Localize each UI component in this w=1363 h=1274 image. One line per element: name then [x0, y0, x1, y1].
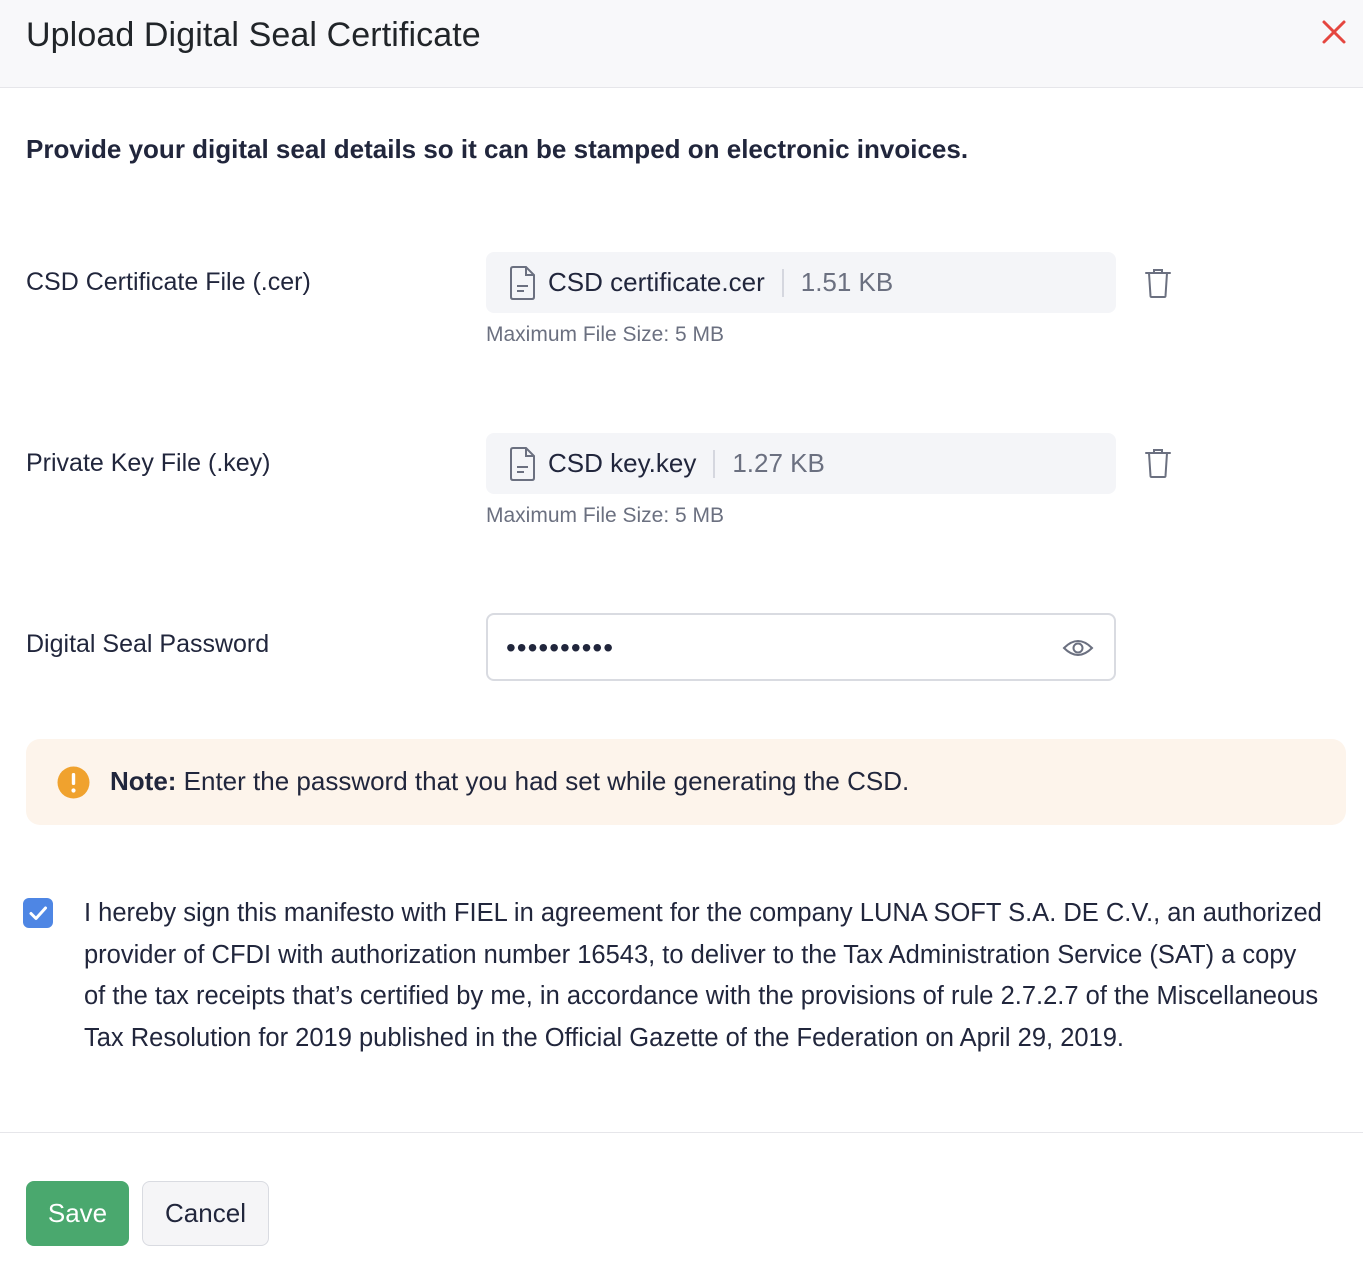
key-file-hint: Maximum File Size: 5 MB: [486, 504, 725, 527]
warning-icon: [57, 766, 90, 799]
certificate-file-label: CSD Certificate File (.cer): [26, 268, 311, 296]
key-file-label: Private Key File (.key): [26, 449, 271, 477]
cancel-button[interactable]: Cancel: [142, 1181, 269, 1246]
note-text: Note: Enter the password that you had se…: [110, 766, 909, 797]
password-field[interactable]: ••••••••••: [486, 613, 1116, 681]
password-label: Digital Seal Password: [26, 630, 270, 658]
key-file-chip: CSD key.key 1.27 KB: [486, 433, 1116, 494]
agreement-text: I hereby sign this manifesto with FIEL i…: [84, 899, 1322, 1052]
dialog-header: Upload Digital Seal Certificate: [0, 0, 1363, 88]
file-icon: [508, 446, 538, 482]
note-message: Enter the password that you had set whil…: [176, 766, 910, 796]
password-value: ••••••••••: [506, 632, 615, 663]
trash-icon[interactable]: [1143, 447, 1173, 479]
intro-text: Provide your digital seal details so it …: [26, 134, 969, 164]
divider: [781, 268, 784, 297]
certificate-file-size: 1.51 KB: [800, 267, 894, 297]
trash-icon[interactable]: [1143, 267, 1173, 299]
note-banner: Note: Enter the password that you had se…: [26, 739, 1346, 825]
eye-icon[interactable]: [1062, 635, 1094, 661]
note-prefix: Note:: [110, 766, 177, 796]
divider: [713, 449, 716, 478]
footer-divider: [0, 1132, 1363, 1133]
file-icon: [508, 265, 538, 301]
save-button[interactable]: Save: [26, 1181, 129, 1246]
certificate-file-name: CSD certificate.cer: [548, 267, 765, 297]
close-icon[interactable]: [1318, 16, 1350, 48]
certificate-file-hint: Maximum File Size: 5 MB: [486, 323, 725, 346]
key-file-size: 1.27 KB: [732, 448, 825, 478]
dialog-title: Upload Digital Seal Certificate: [26, 16, 481, 54]
agreement-checkbox[interactable]: [23, 898, 53, 928]
key-file-name: CSD key.key: [548, 448, 697, 478]
certificate-file-chip: CSD certificate.cer 1.51 KB: [486, 252, 1116, 313]
